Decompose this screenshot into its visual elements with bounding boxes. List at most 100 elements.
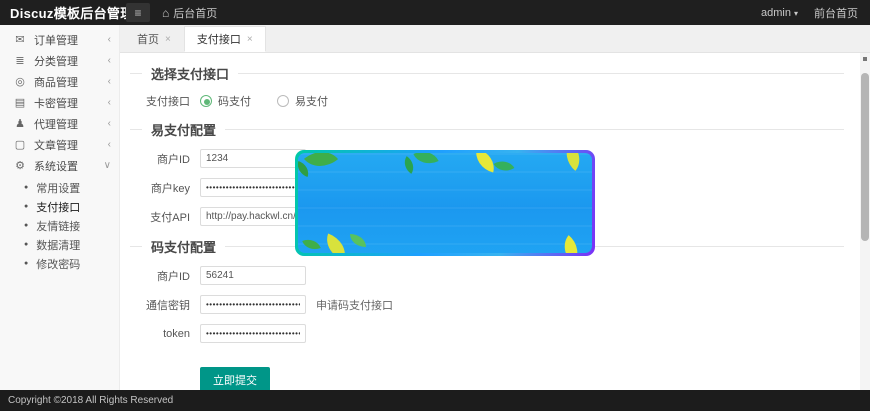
- chevron-left-icon: ‹: [108, 118, 111, 129]
- subitem-label: 常用设置: [36, 180, 80, 196]
- card-icon: ▤: [12, 96, 28, 109]
- sidebar-subitem-friend-links[interactable]: ● 友情链接: [0, 216, 119, 235]
- easy-api-input[interactable]: [200, 207, 306, 226]
- sidebar-item-orders[interactable]: ✉ 订单管理 ‹: [0, 29, 119, 50]
- leaf-icon: [556, 235, 585, 253]
- sidebar-item-label: 文章管理: [34, 137, 108, 153]
- sidebar-item-label: 代理管理: [34, 116, 108, 132]
- leaf-icon: [304, 153, 338, 176]
- sidebar-item-categories[interactable]: ≣ 分类管理 ‹: [0, 50, 119, 71]
- admin-app: Discuz模板后台管理 ≡ ⌂ 后台首页 admin▾ 前台首页 ✉ 订单管理…: [0, 0, 870, 411]
- section-title-easy-pay: 易支付配置: [130, 119, 852, 139]
- scrollbar-thumb[interactable]: [861, 73, 869, 241]
- content-panel: 选择支付接口 支付接口 码支付 易支付: [120, 53, 870, 390]
- sidebar-subitem-data-cleanup[interactable]: ● 数据清理: [0, 235, 119, 254]
- sidebar-item-label: 订单管理: [34, 32, 108, 48]
- section-title-text: 码支付配置: [151, 237, 216, 256]
- caret-down-icon: ▾: [794, 9, 798, 18]
- sidebar-item-agents[interactable]: ♟ 代理管理 ‹: [0, 113, 119, 134]
- sidebar-item-system-settings[interactable]: ⚙ 系统设置 ∨: [0, 155, 119, 176]
- footer: Copyright ©2018 All Rights Reserved: [0, 390, 870, 411]
- radio-easy-pay[interactable]: 易支付: [277, 93, 328, 109]
- leaf-icon: [558, 153, 587, 171]
- radio-selected-icon: [200, 95, 212, 107]
- body-wrap: ✉ 订单管理 ‹ ≣ 分类管理 ‹ ◎ 商品管理 ‹ ▤ 卡密管理 ‹ ♟ 代理: [0, 25, 870, 390]
- close-icon[interactable]: ×: [247, 34, 253, 45]
- apply-code-pay-link[interactable]: 申请码支付接口: [316, 297, 393, 313]
- tab-bar: 首页 × 支付接口 ×: [120, 25, 870, 53]
- field-label: 支付API: [130, 209, 190, 225]
- subitem-label: 修改密码: [36, 256, 80, 272]
- sidebar-item-label: 卡密管理: [34, 95, 108, 111]
- top-bar: Discuz模板后台管理 ≡ ⌂ 后台首页 admin▾ 前台首页: [0, 0, 870, 25]
- leaf-icon: [350, 234, 366, 247]
- agent-icon: ♟: [12, 117, 28, 130]
- sidebar-subitem-change-password[interactable]: ● 修改密码: [0, 254, 119, 273]
- subitem-label: 数据清理: [36, 237, 80, 253]
- chevron-left-icon: ‹: [108, 34, 111, 45]
- bullet-icon: ●: [24, 203, 28, 210]
- promo-banner-image: [295, 150, 595, 256]
- subitem-label: 支付接口: [36, 199, 80, 215]
- submit-button[interactable]: 立即提交: [200, 367, 270, 390]
- sidebar-item-articles[interactable]: ▢ 文章管理 ‹: [0, 134, 119, 155]
- easy-merchant-id-input[interactable]: [200, 149, 306, 168]
- username-label: admin: [761, 7, 791, 19]
- bullet-icon: ●: [24, 222, 28, 229]
- code-merchant-id-input[interactable]: [200, 266, 306, 285]
- copyright-text: Copyright ©2018 All Rights Reserved: [8, 395, 173, 406]
- scrollbar-up-arrow[interactable]: [863, 57, 867, 61]
- tab-payment-interface[interactable]: 支付接口 ×: [184, 26, 266, 52]
- payment-interface-radio-row: 支付接口 码支付 易支付: [130, 93, 852, 109]
- radio-code-pay[interactable]: 码支付: [200, 93, 251, 109]
- easy-merchant-key-input[interactable]: [200, 178, 306, 197]
- bullet-icon: ●: [24, 241, 28, 248]
- field-label: 通信密钥: [130, 297, 190, 313]
- sidebar-subitem-payment-interface[interactable]: ● 支付接口: [0, 197, 119, 216]
- front-home-link[interactable]: 前台首页: [814, 5, 858, 21]
- main-area: 首页 × 支付接口 × 选择支付接口 支付接口: [120, 25, 870, 390]
- user-menu[interactable]: admin▾: [761, 7, 798, 19]
- section-title-select-payment: 选择支付接口: [130, 63, 852, 83]
- leaf-icon: [400, 156, 418, 174]
- code-comm-key-input[interactable]: [200, 295, 306, 314]
- code-token-row: token: [130, 324, 852, 343]
- field-label: 商户ID: [130, 151, 190, 167]
- chevron-left-icon: ‹: [108, 97, 111, 108]
- field-label: 商户key: [130, 180, 190, 196]
- section-title-text: 易支付配置: [151, 120, 216, 139]
- topbar-right: admin▾ 前台首页: [761, 5, 870, 21]
- bullet-icon: ●: [24, 184, 28, 191]
- code-merchant-id-row: 商户ID: [130, 266, 852, 285]
- tab-label: 首页: [137, 31, 159, 47]
- chevron-left-icon: ‹: [108, 76, 111, 87]
- order-icon: ✉: [12, 33, 28, 46]
- tab-label: 支付接口: [197, 31, 241, 47]
- sidebar-item-products[interactable]: ◎ 商品管理 ‹: [0, 71, 119, 92]
- home-icon: ⌂: [162, 6, 169, 20]
- backend-home-link[interactable]: ⌂ 后台首页: [162, 5, 217, 21]
- tab-home[interactable]: 首页 ×: [124, 26, 184, 52]
- vertical-scrollbar[interactable]: [860, 53, 870, 390]
- brand-title: Discuz模板后台管理: [0, 3, 120, 22]
- sidebar-subitem-common-settings[interactable]: ● 常用设置: [0, 178, 119, 197]
- field-label: token: [130, 328, 190, 340]
- sidebar-item-cardkeys[interactable]: ▤ 卡密管理 ‹: [0, 92, 119, 113]
- sidebar: ✉ 订单管理 ‹ ≣ 分类管理 ‹ ◎ 商品管理 ‹ ▤ 卡密管理 ‹ ♟ 代理: [0, 25, 120, 390]
- leaf-icon: [413, 153, 438, 169]
- divider: [130, 129, 142, 130]
- system-settings-submenu: ● 常用设置 ● 支付接口 ● 友情链接 ● 数据清理 ● 修改密码: [0, 176, 119, 277]
- divider: [130, 246, 142, 247]
- chevron-left-icon: ‹: [108, 55, 111, 66]
- divider: [225, 129, 844, 130]
- hamburger-menu-button[interactable]: ≡: [126, 3, 150, 22]
- settings-icon: ⚙: [12, 159, 28, 172]
- article-icon: ▢: [12, 138, 28, 151]
- banner-background: [298, 153, 592, 253]
- code-token-input[interactable]: [200, 324, 306, 343]
- close-icon[interactable]: ×: [165, 34, 171, 45]
- field-label: 商户ID: [130, 268, 190, 284]
- code-comm-key-row: 通信密钥 申请码支付接口: [130, 295, 852, 314]
- subitem-label: 友情链接: [36, 218, 80, 234]
- radio-unselected-icon: [277, 95, 289, 107]
